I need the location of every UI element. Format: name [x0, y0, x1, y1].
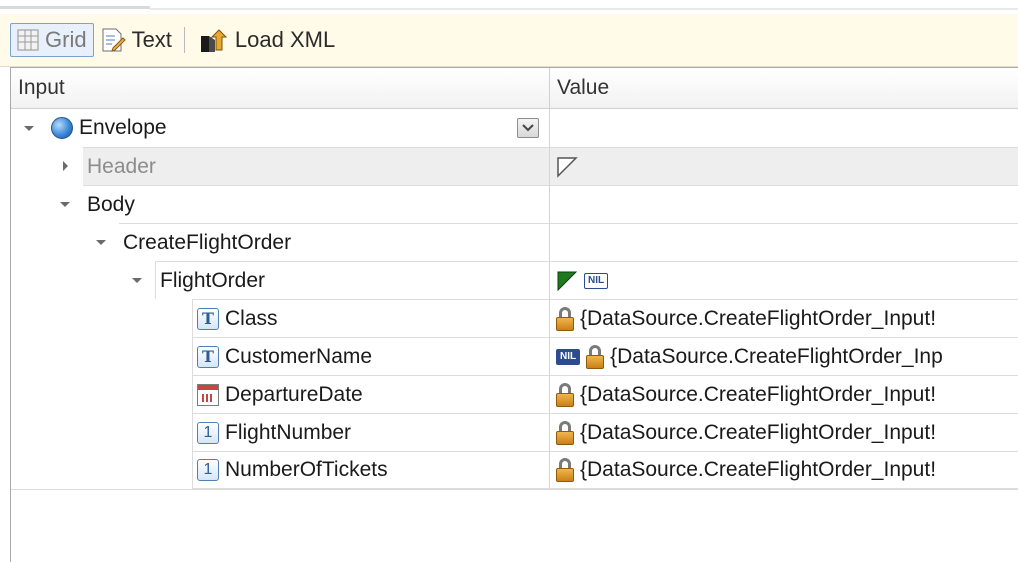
value-column-header[interactable]: Value [549, 68, 1018, 108]
input-cell: 1 FlightNumber [192, 413, 549, 451]
body-label: Body [87, 192, 135, 216]
value-cell[interactable] [549, 147, 1018, 185]
text-view-button[interactable]: Text [94, 23, 178, 57]
field-name: FlightNumber [225, 420, 352, 444]
collapse-arrow-icon[interactable] [132, 278, 142, 283]
input-cell: T CustomerName [192, 337, 549, 375]
text-type-icon: T [197, 307, 219, 330]
lock-icon [556, 420, 574, 445]
value-cell[interactable]: {DataSource.CreateFlightOrder_Input! [549, 413, 1018, 451]
tree-row-header[interactable]: Header [11, 147, 1018, 185]
input-cell: Envelope [11, 109, 549, 147]
input-cell: CreateFlightOrder [119, 223, 549, 261]
nil-badge[interactable]: NIL [556, 348, 581, 365]
field-name: CustomerName [225, 344, 373, 368]
value-cell[interactable]: {DataSource.CreateFlightOrder_Input! [549, 375, 1018, 413]
grid-view-button[interactable]: Grid [10, 23, 94, 57]
tab-indicator [0, 6, 150, 9]
field-value: {DataSource.CreateFlightOrder_Inp [610, 344, 943, 368]
globe-icon [51, 117, 73, 139]
create-flight-order-label: CreateFlightOrder [123, 230, 292, 254]
tree-row-field[interactable]: T Class {DataSource.CreateFlightOrder_In… [11, 299, 1018, 337]
field-value: {DataSource.CreateFlightOrder_Input! [580, 458, 937, 481]
tree-row-field[interactable]: 1 FlightNumber {DataSource.CreateFlightO… [11, 413, 1018, 451]
number-type-icon: 1 [197, 459, 219, 481]
tree-row-field[interactable]: DepartureDate {DataSource.CreateFlightOr… [11, 375, 1018, 413]
chevron-down-icon [522, 124, 534, 132]
value-cell[interactable]: {DataSource.CreateFlightOrder_Input! [549, 299, 1018, 337]
input-cell: Body [83, 185, 549, 223]
number-type-icon: 1 [197, 421, 219, 444]
lock-icon [556, 382, 574, 407]
top-strip [0, 0, 1018, 14]
input-cell: 1 NumberOfTickets [192, 451, 549, 489]
load-xml-label: Load XML [234, 27, 336, 52]
tree-row-body[interactable]: Body [11, 185, 1018, 223]
message-editor-grid: Input Value Envelope Header Body CreateF… [10, 67, 1018, 562]
tree-row-flight-order[interactable]: FlightOrder NIL [11, 261, 1018, 299]
value-cell[interactable] [549, 223, 1018, 261]
field-value: {DataSource.CreateFlightOrder_Input! [580, 306, 937, 330]
text-label: Text [131, 27, 172, 52]
value-cell[interactable] [549, 109, 1018, 147]
input-cell: DepartureDate [192, 375, 549, 413]
text-edit-icon [102, 28, 126, 52]
value-cell[interactable] [549, 185, 1018, 223]
input-cell: Header [83, 147, 549, 185]
value-cell[interactable]: {DataSource.CreateFlightOrder_Input! [549, 451, 1018, 489]
calendar-icon [197, 383, 219, 406]
value-cell[interactable]: NIL [549, 261, 1018, 299]
collapse-arrow-icon[interactable] [24, 126, 34, 131]
column-header-row: Input Value [11, 68, 1018, 109]
tree-row-envelope[interactable]: Envelope [11, 109, 1018, 147]
envelope-label: Envelope [79, 116, 167, 139]
load-xml-button[interactable]: Load XML [193, 23, 341, 57]
divider [150, 8, 1018, 10]
collapse-arrow-icon[interactable] [60, 202, 70, 207]
input-column-header[interactable]: Input [11, 68, 549, 108]
envelope-dropdown-button[interactable] [517, 118, 539, 138]
field-value: {DataSource.CreateFlightOrder_Input! [580, 382, 937, 406]
flight-order-label: FlightOrder [160, 268, 266, 292]
tree-row-create-flight-order[interactable]: CreateFlightOrder [11, 223, 1018, 261]
input-cell: FlightOrder [155, 261, 549, 299]
field-name: NumberOfTickets [225, 458, 388, 481]
collapse-arrow-icon[interactable] [96, 240, 106, 245]
expand-arrow-icon[interactable] [63, 161, 68, 171]
value-cell[interactable]: NIL {DataSource.CreateFlightOrder_Inp [549, 337, 1018, 375]
tree-row-field[interactable]: T CustomerName NIL {DataSource.CreateFli… [11, 337, 1018, 375]
field-name: DepartureDate [225, 382, 363, 406]
lock-icon [556, 458, 574, 482]
nil-badge[interactable]: NIL [584, 272, 609, 289]
toolbar: Grid Text Load XML [0, 14, 1018, 67]
lock-icon [586, 344, 605, 369]
toolbar-separator [183, 27, 185, 53]
header-label: Header [87, 154, 156, 178]
field-value: {DataSource.CreateFlightOrder_Input! [580, 420, 937, 444]
grid-icon [17, 29, 39, 51]
field-name: Class [225, 306, 278, 330]
flag-icon [557, 271, 578, 291]
empty-flag-icon [557, 156, 578, 178]
grid-label: Grid [45, 27, 87, 52]
input-cell: T Class [192, 299, 549, 337]
tree-row-field[interactable]: 1 NumberOfTickets {DataSource.CreateFlig… [11, 451, 1018, 490]
lock-icon [556, 306, 574, 331]
text-type-icon: T [197, 345, 219, 368]
load-xml-icon [200, 29, 228, 52]
